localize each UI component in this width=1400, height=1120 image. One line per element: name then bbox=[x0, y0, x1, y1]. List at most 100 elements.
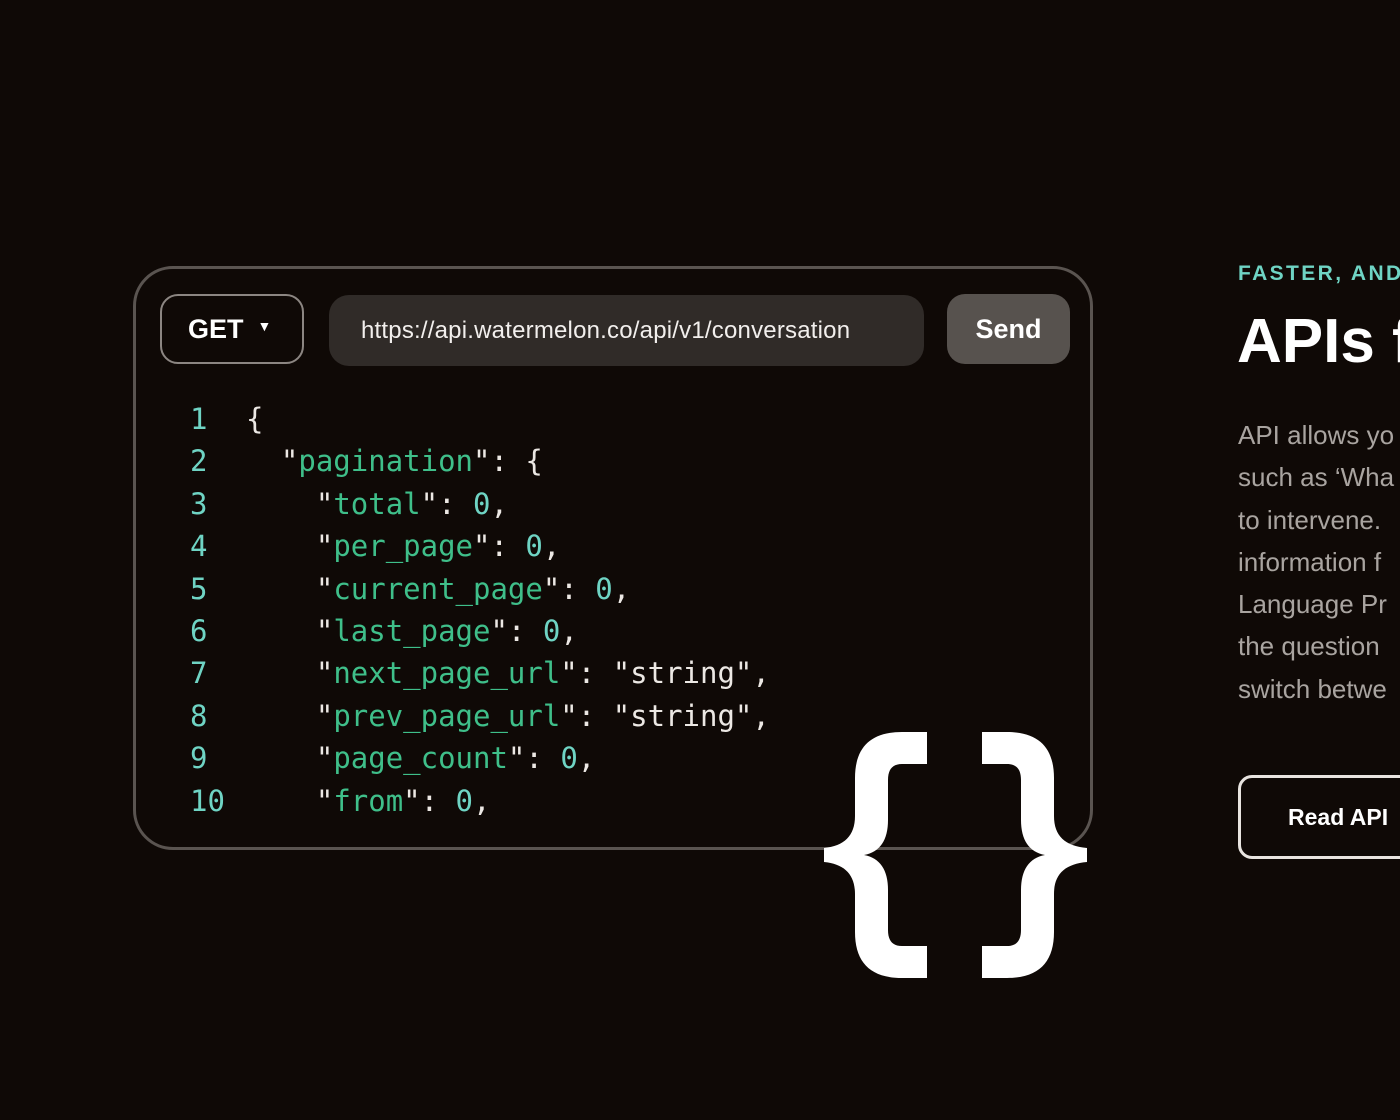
code-token: , bbox=[752, 656, 770, 691]
code-token: ": bbox=[507, 741, 561, 776]
code-token: prev_page_url bbox=[333, 698, 561, 733]
code-text: "page_count": 0, bbox=[246, 737, 595, 779]
code-token: "string" bbox=[612, 698, 753, 733]
code-token: " bbox=[315, 656, 334, 691]
code-token: , bbox=[752, 698, 770, 733]
code-token: 0 bbox=[455, 783, 474, 818]
right-brace-shape bbox=[982, 732, 1087, 978]
url-input[interactable]: https://api.watermelon.co/api/v1/convers… bbox=[329, 295, 924, 366]
body-line: to intervene. bbox=[1238, 504, 1382, 535]
line-number: 5 bbox=[190, 571, 208, 606]
url-value: https://api.watermelon.co/api/v1/convers… bbox=[361, 316, 851, 344]
code-token: " bbox=[315, 486, 334, 521]
code-line: 7 "next_page_url": "string", bbox=[190, 652, 770, 694]
body-line: the question bbox=[1238, 631, 1380, 662]
code-token: 0 bbox=[595, 571, 613, 606]
code-token: , bbox=[473, 783, 491, 818]
code-token: " bbox=[280, 444, 299, 479]
body-line: such as ‘Wha bbox=[1238, 462, 1395, 493]
code-token: " bbox=[315, 571, 334, 606]
code-token: " bbox=[315, 613, 334, 648]
code-line: 9 "page_count": 0, bbox=[190, 737, 770, 779]
code-text: "pagination": { bbox=[246, 440, 543, 482]
http-method-dropdown[interactable]: GET ▼ bbox=[160, 294, 304, 364]
code-token: 0 bbox=[560, 741, 578, 776]
code-line: 6 "last_page": 0, bbox=[190, 610, 770, 652]
code-token: current_page bbox=[333, 571, 543, 606]
code-token: ": bbox=[542, 571, 596, 606]
code-token: 0 bbox=[473, 486, 491, 521]
code-text: "from": 0, bbox=[246, 780, 491, 822]
code-line: 5 "current_page": 0, bbox=[190, 568, 770, 610]
code-token: from bbox=[333, 783, 404, 818]
line-number: 9 bbox=[190, 741, 208, 776]
code-token: " bbox=[315, 741, 334, 776]
code-line: 8 "prev_page_url": "string", bbox=[190, 695, 770, 737]
code-token: ": bbox=[420, 486, 474, 521]
body-line: switch betwe bbox=[1238, 673, 1387, 704]
read-api-button[interactable]: Read API bbox=[1238, 775, 1400, 859]
line-number: 3 bbox=[190, 486, 208, 521]
code-text: { bbox=[246, 398, 263, 440]
body-line: information f bbox=[1238, 546, 1382, 577]
read-api-button-label: Read API bbox=[1288, 803, 1389, 830]
code-token: " bbox=[315, 698, 334, 733]
caret-down-icon: ▼ bbox=[257, 318, 272, 334]
code-token: { bbox=[246, 402, 264, 436]
send-button[interactable]: Send bbox=[947, 294, 1070, 364]
code-token: , bbox=[577, 741, 596, 776]
code-token: per_page bbox=[333, 529, 473, 564]
code-token: ": { bbox=[473, 444, 543, 479]
line-number: 10 bbox=[190, 783, 225, 818]
code-text: "per_page": 0, bbox=[246, 525, 560, 567]
code-token: 0 bbox=[525, 529, 543, 564]
body-line: API allows yo bbox=[1238, 420, 1395, 450]
code-token: ": bbox=[473, 529, 526, 564]
response-code-block: 1{2 "pagination": {3 "total": 0, 4 "per_p… bbox=[190, 398, 770, 822]
code-token: , bbox=[612, 571, 631, 606]
code-line: 3 "total": 0, bbox=[190, 483, 770, 525]
code-token: ": bbox=[403, 783, 456, 818]
code-token: pagination bbox=[298, 444, 473, 479]
line-number: 6 bbox=[190, 613, 208, 648]
code-token: next_page_url bbox=[333, 656, 561, 691]
code-token: 0 bbox=[542, 613, 561, 648]
code-token: " bbox=[315, 529, 334, 564]
code-token: last_page bbox=[333, 613, 491, 648]
code-token: ": bbox=[560, 656, 613, 691]
code-token: "string" bbox=[612, 656, 753, 691]
code-text: "next_page_url": "string", bbox=[246, 652, 770, 694]
line-number: 1 bbox=[190, 402, 208, 436]
left-brace-shape bbox=[824, 732, 927, 978]
send-button-label: Send bbox=[975, 313, 1042, 344]
http-method-label: GET bbox=[188, 313, 244, 344]
code-token: , bbox=[490, 486, 508, 521]
code-text: "last_page": 0, bbox=[246, 610, 578, 652]
code-token: ": bbox=[490, 613, 543, 648]
line-number: 2 bbox=[190, 444, 208, 479]
code-line: 2 "pagination": { bbox=[190, 440, 770, 482]
code-text: "prev_page_url": "string", bbox=[246, 695, 770, 737]
section-heading: APIs f bbox=[1237, 307, 1400, 376]
curly-braces-icon bbox=[824, 732, 1087, 978]
code-token: ": bbox=[560, 698, 613, 733]
code-token: " bbox=[315, 783, 334, 818]
line-number: 4 bbox=[190, 529, 208, 564]
code-token: page_count bbox=[333, 741, 508, 776]
line-number: 8 bbox=[190, 698, 208, 733]
code-token: , bbox=[560, 613, 578, 648]
code-line: 1{ bbox=[190, 398, 770, 440]
code-text: "current_page": 0, bbox=[246, 568, 630, 610]
code-line: 10 "from": 0, bbox=[190, 780, 770, 822]
line-number: 7 bbox=[190, 656, 208, 691]
code-line: 4 "per_page": 0, bbox=[190, 525, 770, 567]
